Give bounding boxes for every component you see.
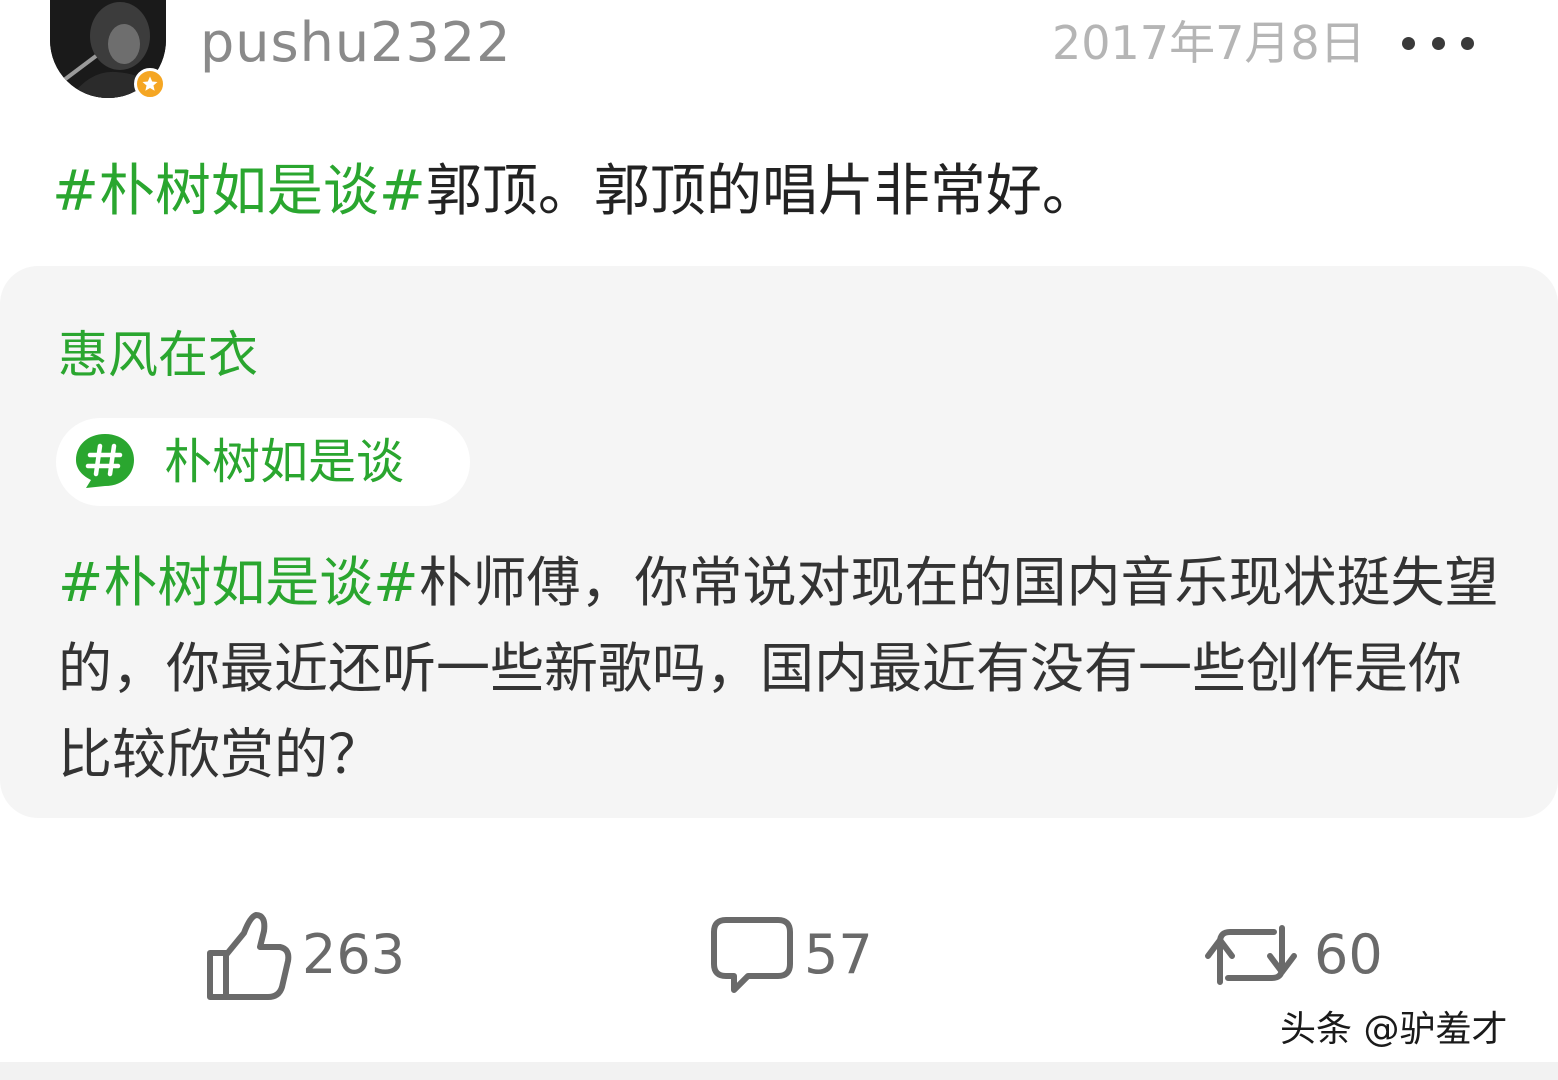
repost-arrows-icon <box>1205 925 1297 985</box>
hashtag-bubble-icon <box>76 434 134 488</box>
comment-button[interactable]: 57 <box>708 900 873 1010</box>
star-badge-icon <box>134 68 166 100</box>
more-dot <box>1431 36 1445 50</box>
like-count: 263 <box>302 923 406 986</box>
post-date: 2017年7月8日 <box>1052 16 1366 70</box>
topic-label: 朴树如是谈 <box>164 434 405 490</box>
repost-count: 60 <box>1314 923 1383 986</box>
repost-button[interactable]: 60 <box>1202 900 1383 1010</box>
post-text: #朴树如是谈#郭顶。郭顶的唱片非常好。 <box>52 152 1512 232</box>
topic-chip[interactable]: 朴树如是谈 <box>56 418 470 506</box>
thumbs-up-icon <box>207 912 292 1000</box>
username[interactable]: pushu2322 <box>200 4 512 82</box>
comment-count: 57 <box>804 923 873 986</box>
comment-bubble-icon <box>711 917 793 993</box>
post-hashtag-link[interactable]: #朴树如是谈# <box>52 159 426 224</box>
watermark: 头条 @驴羞才 <box>1280 1009 1508 1050</box>
quote-author[interactable]: 惠风在衣 <box>58 320 258 390</box>
quote-text: #朴树如是谈#朴师傅，你常说对现在的国内音乐现状挺失望的，你最近还听一些新歌吗，… <box>58 540 1508 798</box>
more-dots-icon[interactable] <box>1402 28 1474 58</box>
bottom-divider <box>0 1062 1558 1080</box>
like-button[interactable]: 263 <box>202 900 405 1010</box>
more-dot <box>1402 36 1415 50</box>
post-body-text: 郭顶。郭顶的唱片非常好。 <box>425 159 1098 224</box>
more-dot <box>1461 36 1474 50</box>
quote-hashtag-link[interactable]: #朴树如是谈# <box>58 551 419 614</box>
